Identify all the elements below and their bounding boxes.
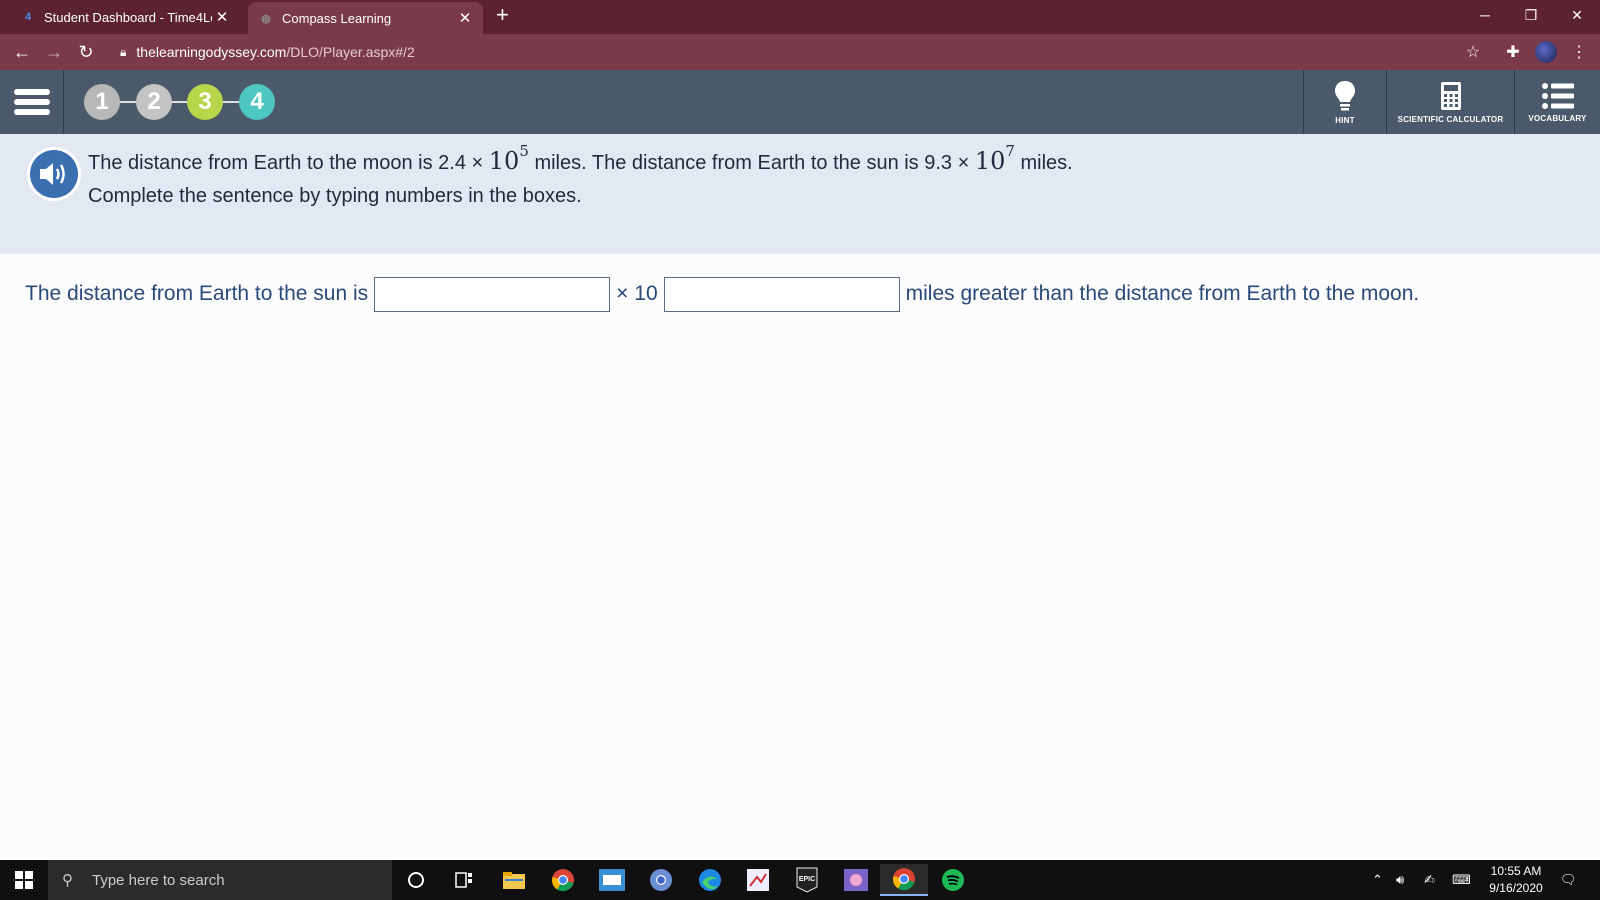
- svg-text:EPIC: EPIC: [799, 876, 815, 883]
- profile-avatar[interactable]: [1535, 41, 1557, 63]
- step-3-indicator[interactable]: 3: [187, 84, 223, 120]
- audio-button[interactable]: [27, 147, 81, 201]
- times-ten-label: × 10: [616, 282, 658, 305]
- search-icon: ⚲: [62, 872, 73, 889]
- cortana-icon[interactable]: [392, 864, 440, 896]
- step-2-indicator[interactable]: 2: [136, 84, 172, 120]
- search-placeholder: Type here to search: [92, 871, 225, 889]
- tab-compass-learning[interactable]: ◍ Compass Learning ✕: [248, 2, 483, 34]
- answer-prefix: The distance from Earth to the sun is: [25, 282, 369, 305]
- tab-title: Compass Learning: [282, 10, 392, 26]
- app-toolbar: 1 2 3 4 HINT SCIENTIFIC CALCULATOR VOCAB…: [0, 70, 1600, 134]
- windows-taskbar: ⚲ Type here to search EPIC ⌃ 🔊︎ ✍︎ ⌨︎ 10…: [0, 860, 1600, 900]
- chrome-profile-icon[interactable]: [637, 864, 685, 896]
- close-tab-icon[interactable]: ✕: [212, 8, 232, 26]
- browser-menu-icon[interactable]: ⋮: [1568, 41, 1590, 63]
- volume-icon[interactable]: 🔊︎: [1396, 860, 1404, 900]
- new-tab-button[interactable]: +: [496, 2, 509, 28]
- back-button[interactable]: ←: [10, 40, 34, 64]
- calculator-label: SCIENTIFIC CALCULATOR: [1397, 114, 1504, 124]
- hamburger-menu-button[interactable]: [14, 84, 50, 120]
- task-view-icon[interactable]: [440, 864, 488, 896]
- restore-button[interactable]: ❐: [1508, 0, 1554, 30]
- vocabulary-button[interactable]: VOCABULARY: [1515, 70, 1600, 134]
- globe-icon: ◍: [261, 12, 271, 25]
- moon-power-of-ten: 105: [488, 142, 529, 175]
- file-explorer-icon[interactable]: [490, 864, 538, 896]
- step-1-indicator[interactable]: 1: [84, 84, 120, 120]
- prompt-line-1: The distance from Earth to the moon is 2…: [88, 142, 1073, 175]
- taskbar-search[interactable]: ⚲ Type here to search: [48, 860, 392, 900]
- chrome-icon[interactable]: [539, 864, 587, 896]
- lock-icon: 🔒︎: [120, 44, 127, 59]
- question-prompt: The distance from Earth to the moon is 2…: [0, 134, 1600, 254]
- forward-button[interactable]: →: [42, 40, 66, 64]
- sun-power-of-ten: 107: [974, 142, 1015, 175]
- prompt-line-2: Complete the sentence by typing numbers …: [88, 185, 582, 207]
- hint-button[interactable]: HINT: [1304, 70, 1386, 134]
- system-clock[interactable]: 10:55 AM 9/16/2020: [1476, 863, 1556, 897]
- chrome-active-icon[interactable]: [880, 864, 928, 896]
- clock-time: 10:55 AM: [1490, 864, 1542, 878]
- url-field[interactable]: 🔒︎ thelearningodyssey.com/DLO/Player.asp…: [120, 40, 415, 64]
- lightbulb-icon: [1335, 80, 1355, 110]
- answer-sentence: The distance from Earth to the sun is × …: [25, 276, 1419, 312]
- hint-label: HINT: [1335, 115, 1355, 125]
- coefficient-input[interactable]: [374, 276, 611, 312]
- scientific-calculator-button[interactable]: SCIENTIFIC CALCULATOR: [1387, 70, 1514, 134]
- spotify-icon[interactable]: [929, 864, 977, 896]
- notifications-icon[interactable]: 🗨︎: [1560, 860, 1577, 900]
- minimize-button[interactable]: ─: [1462, 0, 1508, 30]
- url-path: /DLO/Player.aspx#/2: [286, 44, 415, 60]
- tab-student-dashboard[interactable]: 4 Student Dashboard - Time4Learn ✕: [10, 0, 240, 34]
- prompt-text: miles. The distance from Earth to the su…: [534, 152, 970, 174]
- divider: [63, 70, 64, 134]
- clock-date: 9/16/2020: [1489, 881, 1543, 895]
- list-icon: [1541, 82, 1574, 109]
- time4learning-icon: 4: [24, 11, 32, 23]
- start-button[interactable]: [0, 860, 48, 900]
- close-window-button[interactable]: ✕: [1554, 0, 1600, 30]
- tab-title: Student Dashboard - Time4Learn: [44, 9, 212, 25]
- reload-button[interactable]: ↻: [74, 40, 98, 64]
- browser-tab-strip: 4 Student Dashboard - Time4Learn ✕ ◍ Com…: [0, 0, 1600, 34]
- edge-icon[interactable]: [686, 864, 734, 896]
- exponent-input[interactable]: [663, 276, 900, 312]
- prompt-text: miles.: [1020, 152, 1073, 174]
- url-domain: thelearningodyssey.com: [136, 44, 287, 60]
- calculator-icon: [1440, 81, 1461, 110]
- close-tab-icon[interactable]: ✕: [455, 9, 475, 27]
- step-4-indicator[interactable]: 4: [239, 84, 275, 120]
- epic-games-icon[interactable]: EPIC: [783, 864, 831, 896]
- prompt-text: The distance from Earth to the moon is 2…: [88, 152, 484, 174]
- extensions-icon[interactable]: ✚: [1502, 41, 1524, 63]
- app-icon[interactable]: [588, 864, 636, 896]
- windows-icon: [15, 871, 33, 889]
- show-hidden-icons[interactable]: ⌃: [1372, 860, 1383, 900]
- game-icon[interactable]: [832, 864, 880, 896]
- vocabulary-label: VOCABULARY: [1528, 113, 1587, 123]
- app-icon[interactable]: [734, 864, 782, 896]
- speaker-icon: [40, 163, 65, 185]
- answer-suffix: miles greater than the distance from Ear…: [905, 282, 1420, 305]
- pen-icon[interactable]: ✍︎: [1424, 860, 1435, 900]
- keyboard-icon[interactable]: ⌨︎: [1452, 860, 1471, 900]
- bookmark-star-icon[interactable]: ☆: [1462, 41, 1484, 63]
- address-bar-row: ← → ↻ 🔒︎ thelearningodyssey.com/DLO/Play…: [0, 34, 1600, 70]
